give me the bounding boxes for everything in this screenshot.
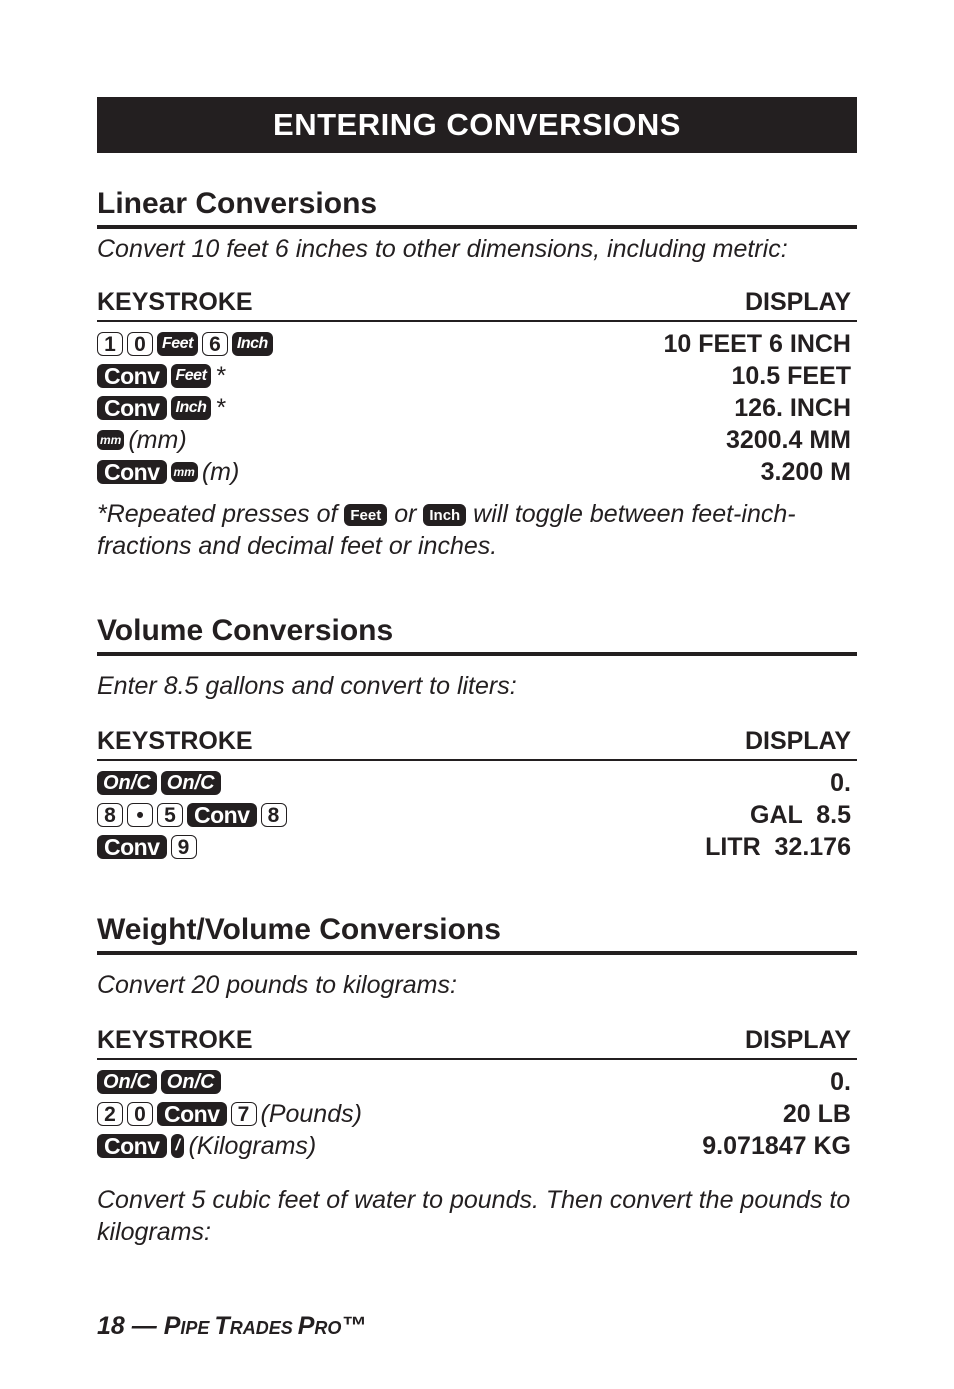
- keystroke-note: *: [215, 361, 226, 390]
- keystroke-note: (Pounds): [260, 1099, 362, 1128]
- linear-footnote: *Repeated presses of Feet or Inch will t…: [97, 498, 857, 562]
- weight-outro: Convert 5 cubic feet of water to pounds.…: [97, 1186, 851, 1246]
- feet-key-icon: Feet: [157, 332, 198, 356]
- keystroke-sequence: Conv 9: [97, 835, 201, 859]
- display-value: LITR 32.176: [705, 832, 851, 861]
- keystroke-sequence: On/C On/C: [97, 771, 225, 795]
- convert-key-icon: Conv: [97, 460, 167, 484]
- page-footer: 18 — PIPE TRADES PRO™: [97, 1312, 366, 1341]
- weight-intro: Convert 20 pounds to kilograms:: [97, 971, 457, 999]
- digit-2-key-icon: 2: [97, 1102, 123, 1126]
- keystroke-row: 2 0 Conv 7 (Pounds) 20 LB: [97, 1098, 857, 1130]
- keystroke-row: 8 • 5 Conv 8 GAL 8.5: [97, 799, 857, 831]
- keystroke-sequence: Conv Inch *: [97, 394, 225, 423]
- digit-9-key-icon: 9: [170, 835, 197, 859]
- keystroke-row: 1 0 Feet 6 Inch 10 FEET 6 INCH: [97, 328, 857, 360]
- weight-table-header: KEYSTROKE DISPLAY: [97, 1025, 857, 1060]
- display-value: 0.: [830, 1067, 851, 1096]
- inch-key-icon: Inch: [423, 504, 467, 527]
- millimeters-key-icon: mm: [170, 462, 198, 482]
- keystroke-row: On/C On/C 0.: [97, 767, 857, 799]
- section-title-weight: Weight/Volume Conversions: [97, 913, 857, 955]
- keystroke-row: Conv Inch * 126. INCH: [97, 392, 857, 424]
- linear-table-header: KEYSTROKE DISPLAY: [97, 287, 857, 322]
- keystroke-sequence: 1 0 Feet 6 Inch: [97, 332, 277, 356]
- keystroke-row: Conv Feet * 10.5 FEET: [97, 360, 857, 392]
- manual-page: ENTERING CONVERSIONS Linear Conversions …: [97, 97, 857, 1248]
- keystroke-row: mm (mm) 3200.4 MM: [97, 424, 857, 456]
- millimeters-key-icon: mm: [97, 430, 125, 450]
- feet-key-icon: Feet: [344, 504, 388, 527]
- digit-0-key-icon: 0: [127, 332, 153, 356]
- display-column-header: DISPLAY: [744, 288, 851, 316]
- decimal-point-key-icon: •: [127, 803, 153, 827]
- digit-8-key-icon: 8: [260, 803, 287, 827]
- convert-key-icon: Conv: [97, 835, 167, 859]
- display-value: 0.: [830, 768, 851, 797]
- keystroke-note: (mm): [128, 425, 187, 454]
- keystroke-row: Conv mm (m) 3.200 M: [97, 456, 857, 488]
- on-clear-key-icon: On/C: [160, 1070, 221, 1094]
- on-clear-key-icon: On/C: [97, 1070, 157, 1094]
- chapter-banner: ENTERING CONVERSIONS: [97, 97, 857, 153]
- keystroke-sequence: Conv / (Kilograms): [97, 1132, 316, 1161]
- digit-6-key-icon: 6: [201, 332, 228, 356]
- keystroke-sequence: Conv mm (m): [97, 458, 239, 487]
- digit-7-key-icon: 7: [230, 1102, 257, 1126]
- display-value: 3200.4 MM: [725, 425, 851, 454]
- digit-5-key-icon: 5: [157, 803, 183, 827]
- convert-key-icon: Conv: [187, 803, 257, 827]
- volume-table: On/C On/C 0. 8 • 5 Conv 8 GAL 8.5 Conv 9 LITR 32.17…: [97, 767, 857, 863]
- digit-8-key-icon: 8: [97, 803, 123, 827]
- footer-dash: —: [131, 1312, 157, 1340]
- keystroke-sequence: On/C On/C: [97, 1070, 225, 1094]
- footnote-text: or: [394, 500, 417, 528]
- display-value: 9.071847 KG: [702, 1131, 851, 1160]
- keystroke-sequence: 8 • 5 Conv 8: [97, 803, 291, 827]
- on-clear-key-icon: On/C: [97, 771, 157, 795]
- keystroke-note: *: [215, 393, 226, 422]
- footnote-text: *Repeated presses of: [97, 500, 338, 528]
- keystroke-note: (m): [201, 457, 240, 486]
- digit-1-key-icon: 1: [97, 332, 123, 356]
- weight-table: On/C On/C 0. 2 0 Conv 7 (Pounds) 20 LB Conv / (Kilo…: [97, 1066, 857, 1162]
- display-value: 3.200 M: [760, 457, 851, 486]
- keystroke-column-header: KEYSTROKE: [97, 1026, 253, 1054]
- display-value: 20 LB: [782, 1099, 851, 1128]
- linear-table: 1 0 Feet 6 Inch 10 FEET 6 INCH Conv Feet * 10.5 F…: [97, 328, 857, 488]
- keystroke-sequence: Conv Feet *: [97, 362, 225, 391]
- linear-intro: Convert 10 feet 6 inches to other dimens…: [97, 235, 788, 263]
- display-value: 126. INCH: [734, 393, 851, 422]
- display-value: GAL 8.5: [750, 800, 851, 829]
- convert-key-icon: Conv: [97, 1134, 167, 1158]
- convert-key-icon: Conv: [157, 1102, 227, 1126]
- volume-intro: Enter 8.5 gallons and convert to liters:: [97, 672, 517, 700]
- section-title-linear: Linear Conversions: [97, 187, 857, 229]
- keystroke-column-header: KEYSTROKE: [97, 727, 253, 755]
- kilograms-key-icon: /: [170, 1134, 185, 1158]
- keystroke-sequence: mm (mm): [97, 426, 187, 455]
- section-title-volume: Volume Conversions: [97, 614, 857, 656]
- digit-0-key-icon: 0: [127, 1102, 153, 1126]
- keystroke-column-header: KEYSTROKE: [97, 288, 253, 316]
- display-column-header: DISPLAY: [744, 1026, 851, 1054]
- on-clear-key-icon: On/C: [160, 771, 221, 795]
- keystroke-row: Conv 9 LITR 32.176: [97, 831, 857, 863]
- keystroke-row: Conv / (Kilograms) 9.071847 KG: [97, 1130, 857, 1162]
- inch-key-icon: Inch: [170, 396, 212, 420]
- inch-key-icon: Inch: [231, 332, 273, 356]
- page-number: 18: [97, 1312, 125, 1340]
- convert-key-icon: Conv: [97, 396, 167, 420]
- volume-table-header: KEYSTROKE DISPLAY: [97, 726, 857, 761]
- keystroke-row: On/C On/C 0.: [97, 1066, 857, 1098]
- chapter-title: ENTERING CONVERSIONS: [273, 107, 681, 142]
- keystroke-sequence: 2 0 Conv 7 (Pounds): [97, 1100, 362, 1129]
- product-name: PIPE TRADES PRO™: [163, 1312, 367, 1340]
- display-value: 10.5 FEET: [731, 361, 852, 390]
- convert-key-icon: Conv: [97, 364, 167, 388]
- keystroke-note: (Kilograms): [188, 1131, 317, 1160]
- display-value: 10 FEET 6 INCH: [663, 329, 851, 358]
- feet-key-icon: Feet: [170, 364, 212, 388]
- display-column-header: DISPLAY: [744, 727, 851, 755]
